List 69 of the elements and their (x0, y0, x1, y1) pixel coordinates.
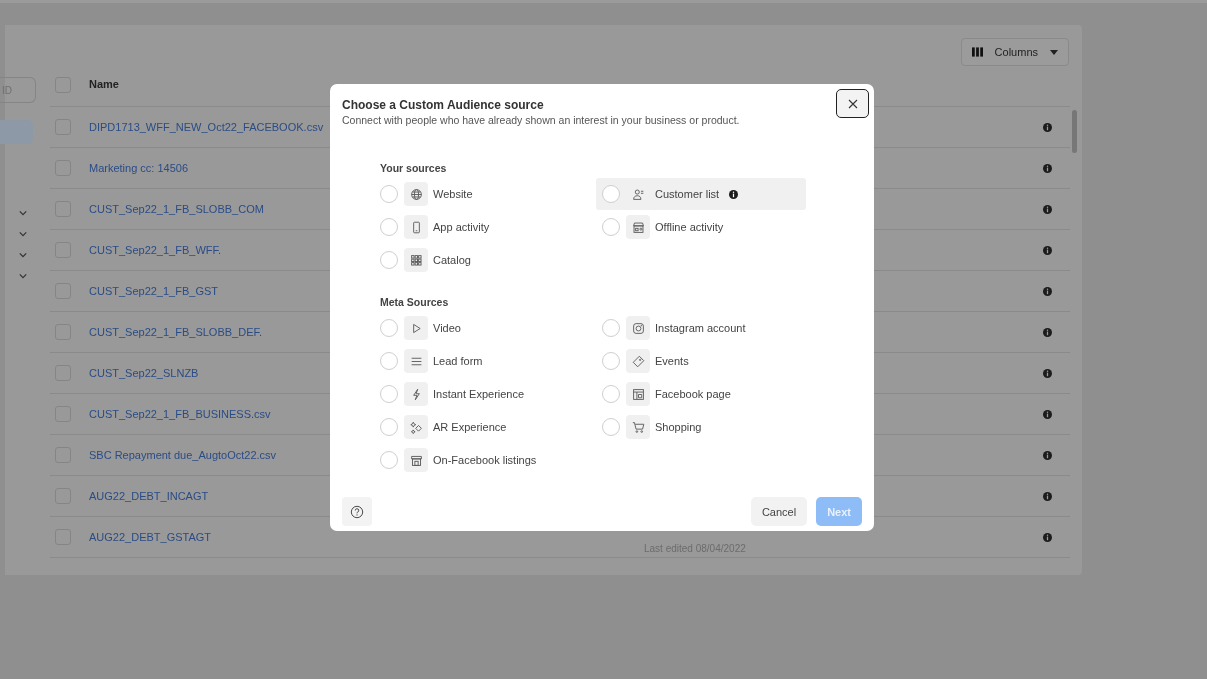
tag-icon (631, 354, 645, 368)
radio-button[interactable] (380, 451, 398, 469)
source-option[interactable]: Lead form (380, 345, 596, 377)
cart-icon (631, 420, 645, 434)
info-icon[interactable] (729, 189, 739, 199)
storefront-icon (409, 453, 423, 467)
source-option[interactable]: Shopping (596, 411, 806, 443)
source-option[interactable]: AR Experience (380, 411, 596, 443)
radio-button[interactable] (602, 218, 620, 236)
cancel-button[interactable]: Cancel (750, 497, 808, 526)
dialog-title: Choose a Custom Audience source (342, 98, 545, 112)
columns-button[interactable]: Columns (960, 38, 1069, 66)
info-icon[interactable] (1043, 122, 1052, 132)
chevron-icon[interactable] (19, 273, 27, 279)
source-option[interactable]: Offline activity (596, 211, 806, 243)
source-option[interactable]: Facebook page (596, 378, 806, 410)
radio-button[interactable] (602, 185, 620, 203)
radio-button[interactable] (380, 251, 398, 269)
sparkle-icon (409, 420, 423, 434)
source-option[interactable]: Events (596, 345, 806, 377)
radio-button[interactable] (602, 319, 620, 337)
chevron-icon[interactable] (19, 210, 27, 216)
store-icon (631, 220, 645, 234)
source-option[interactable]: App activity (380, 211, 596, 243)
source-option[interactable]: Instagram account (596, 312, 806, 344)
chevron-icon[interactable] (19, 231, 27, 237)
column-header: Name (89, 78, 119, 90)
help-icon (350, 504, 364, 519)
columns-icon (971, 47, 983, 57)
info-icon[interactable] (1043, 327, 1052, 337)
info-icon[interactable] (1043, 409, 1052, 419)
scrollbar[interactable] (1072, 110, 1077, 153)
close-icon (847, 98, 858, 109)
section-heading: Meta Sources (380, 296, 450, 308)
close-button[interactable] (836, 89, 869, 118)
radio-button[interactable] (380, 319, 398, 337)
globe-icon (409, 187, 423, 201)
page-layout-icon (631, 387, 645, 401)
source-option[interactable]: Video (380, 312, 596, 344)
side-button[interactable] (0, 120, 33, 144)
dialog-subtitle: Connect with people who have already shown an interest in your business or product. (342, 114, 740, 126)
grid-icon (409, 253, 423, 267)
radio-button[interactable] (602, 385, 620, 403)
info-icon[interactable] (1043, 450, 1052, 460)
source-option[interactable]: Website (380, 178, 596, 210)
chevron-icon[interactable] (19, 252, 27, 258)
source-option[interactable]: Catalog (380, 244, 596, 276)
radio-button[interactable] (602, 352, 620, 370)
help-button[interactable] (342, 497, 372, 526)
radio-button[interactable] (380, 218, 398, 236)
person-list-icon (631, 187, 645, 201)
camera-icon (631, 321, 645, 335)
info-icon[interactable] (1043, 245, 1052, 255)
radio-button[interactable] (380, 418, 398, 436)
radio-button[interactable] (380, 352, 398, 370)
info-icon[interactable] (1043, 368, 1052, 378)
info-icon[interactable] (1043, 286, 1052, 296)
source-option[interactable]: Customer list (596, 178, 806, 210)
radio-button[interactable] (380, 185, 398, 203)
source-option[interactable]: On-Facebook listings (380, 444, 596, 476)
info-icon[interactable] (1043, 532, 1052, 542)
radio-button[interactable] (602, 418, 620, 436)
info-icon[interactable] (1043, 163, 1052, 173)
caret-icon (1050, 49, 1058, 55)
radio-button[interactable] (380, 385, 398, 403)
section-heading: Your sources (380, 162, 448, 174)
info-icon[interactable] (1043, 491, 1052, 501)
info-icon[interactable] (1043, 204, 1052, 214)
source-option[interactable]: Instant Experience (380, 378, 596, 410)
